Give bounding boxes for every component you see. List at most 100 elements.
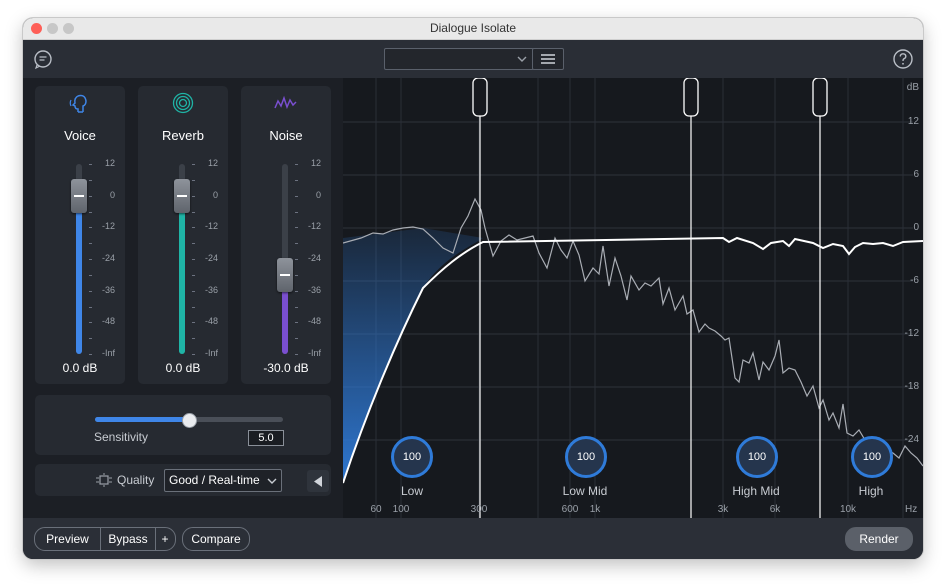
band-divider-handle[interactable] (683, 78, 699, 117)
fader-tick-label: -48 (204, 316, 218, 327)
noise-icon (274, 95, 297, 110)
collapse-icon (314, 476, 322, 487)
fader-tick-label: 0 (315, 189, 321, 200)
fader-tick-label: 12 (310, 158, 321, 168)
fader-tick (192, 211, 195, 213)
hz-tick-label: 6k (769, 504, 781, 515)
quality-label: Quality (117, 473, 155, 487)
preset-dropdown[interactable] (384, 48, 534, 70)
fader-tick-label: -12 (101, 221, 115, 232)
noise-title: Noise (269, 128, 303, 143)
band-low-value: 100 (402, 451, 422, 463)
fader-tick (295, 338, 298, 340)
help-icon[interactable] (892, 48, 914, 70)
reverb-module: Reverb 12 0 -12 -24 -36 -48 -Inf 0.0 dB (138, 86, 228, 384)
plugin-window: Dialogue Isolate Voice 12 0 -12 -24 -36 -48 -I… (23, 18, 923, 559)
chat-icon[interactable] (32, 48, 54, 70)
band-low-label: Low (400, 484, 423, 498)
fader-tick-label: -Inf (307, 348, 321, 358)
title-bar: Dialogue Isolate (23, 18, 923, 40)
fader-tick-label: -48 (307, 316, 321, 327)
compare-button[interactable]: Compare (182, 527, 250, 551)
db-unit-label: dB (906, 82, 919, 93)
db-tick-label: 0 (913, 222, 919, 233)
sensitivity-value[interactable]: 5.0 (248, 430, 284, 446)
fader-tick-label: -Inf (101, 348, 115, 358)
band-high-value: 100 (862, 451, 882, 463)
add-bypass-button[interactable]: + (156, 528, 174, 550)
hz-tick-label: 60 (370, 504, 382, 515)
band-high-label: High (858, 484, 884, 498)
band-divider-handle[interactable] (472, 78, 488, 117)
noise-fader-thumb[interactable] (277, 257, 293, 292)
fader-tick (89, 243, 92, 245)
fader-tick (192, 243, 195, 245)
fader-tick (89, 274, 92, 276)
fader-tick (89, 338, 92, 340)
bottom-bar: Preview Bypass + Compare Render (23, 518, 923, 559)
noise-module: Noise 12 0 -12 -24 -36 -48 -Inf -30.0 dB (241, 86, 331, 384)
band-low-mid-label: Low Mid (562, 484, 608, 498)
fader-tick (295, 274, 298, 276)
window-title: Dialogue Isolate (429, 21, 517, 35)
preset-menu-button[interactable] (532, 48, 564, 70)
quality-dropdown[interactable]: Good / Real-time (164, 469, 282, 492)
hz-tick-label: 3k (717, 504, 729, 515)
fader-tick-label: -24 (101, 253, 115, 263)
quality-panel: Quality Good / Real-time (35, 464, 331, 496)
voice-fader-thumb[interactable] (71, 178, 87, 213)
spectrum-display[interactable]: dB 12 6 0 -6 -12 -18 -24 60 100 300 600 1k 3k 6k 10k … (343, 78, 923, 518)
db-tick-label: -6 (910, 275, 919, 286)
chevron-down-icon (267, 478, 277, 484)
fader-tick (295, 306, 298, 308)
band-high-mid-knob[interactable]: 100 (736, 436, 778, 478)
menu-icon (541, 54, 555, 64)
band-low-mid-knob[interactable]: 100 (565, 436, 607, 478)
fader-tick (295, 179, 298, 181)
sensitivity-panel: Sensitivity 5.0 (35, 395, 331, 455)
hz-tick-label: 600 (561, 504, 579, 515)
fader-tick-label: 12 (104, 158, 115, 168)
chevron-down-icon (517, 56, 527, 62)
band-high-knob[interactable]: 100 (851, 436, 893, 478)
quality-icon (96, 473, 112, 487)
band-divider-handle[interactable] (812, 78, 828, 117)
fader-tick (89, 306, 92, 308)
fader-tick-label: 12 (207, 158, 218, 168)
hz-tick-label: 300 (470, 504, 488, 515)
sensitivity-knob[interactable] (182, 413, 197, 428)
fader-tick (295, 211, 298, 213)
preview-button[interactable]: Preview (35, 528, 100, 550)
reverb-gain-readout: 0.0 dB (165, 361, 201, 375)
reverb-title: Reverb (162, 128, 204, 143)
fader-tick-label: -12 (307, 221, 321, 232)
hz-tick-label: 100 (392, 504, 410, 515)
quality-value: Good / Real-time (169, 473, 260, 487)
db-tick-label: 6 (913, 169, 919, 180)
voice-module: Voice 12 0 -12 -24 -36 -48 -Inf 0.0 dB (35, 86, 125, 384)
fader-tick-label: -36 (307, 284, 321, 295)
left-panel: Voice 12 0 -12 -24 -36 -48 -Inf 0.0 dB Reverb 1… (23, 78, 343, 518)
bypass-button[interactable]: Bypass (101, 528, 155, 550)
sensitivity-track[interactable] (95, 413, 283, 428)
voice-icon (69, 94, 87, 113)
hz-tick-label: 10k (839, 504, 857, 515)
sensitivity-fill (95, 417, 189, 422)
reverb-fader-thumb[interactable] (174, 178, 190, 213)
fader-tick-label: -48 (101, 316, 115, 327)
toolbar (23, 40, 923, 78)
hz-unit-label: Hz (905, 504, 918, 515)
render-button[interactable]: Render (845, 527, 913, 551)
fader-tick (295, 243, 298, 245)
db-tick-label: -24 (904, 434, 919, 445)
fader-tick-label: -12 (204, 221, 218, 232)
fader-tick (192, 179, 195, 181)
voice-gain-readout: 0.0 dB (62, 361, 98, 375)
reverb-fader-fill (179, 195, 185, 354)
band-high-mid-value: 100 (747, 451, 767, 463)
band-low-knob[interactable]: 100 (391, 436, 433, 478)
reverb-icon (172, 92, 194, 114)
fader-tick (192, 274, 195, 276)
collapse-panel-button[interactable] (307, 470, 329, 492)
fader-tick-label: -24 (204, 253, 218, 263)
